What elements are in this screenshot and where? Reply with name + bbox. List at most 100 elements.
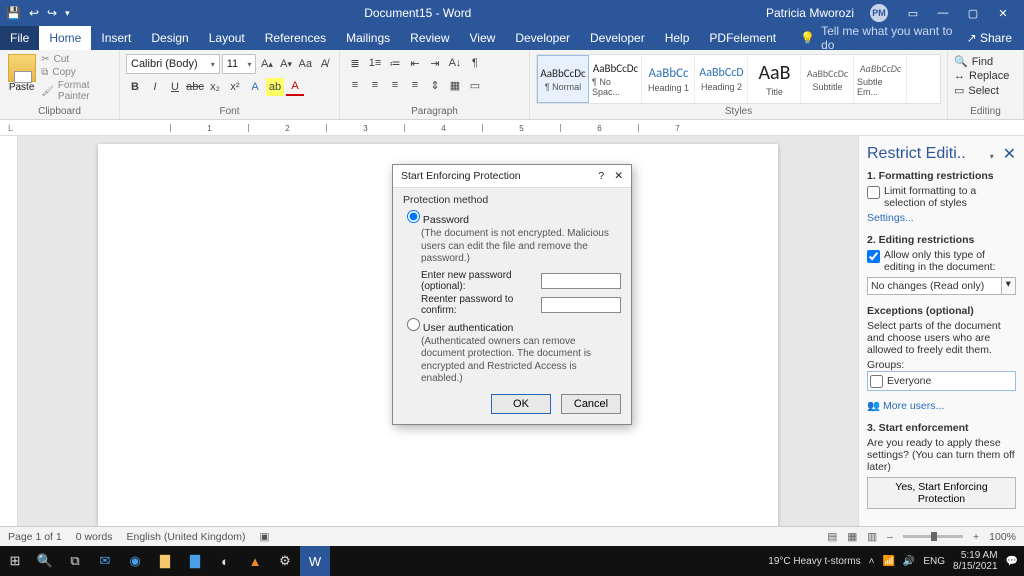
grow-font-icon[interactable]: A▴ <box>258 55 275 73</box>
superscript-button[interactable]: x² <box>226 78 244 96</box>
zoom-in-icon[interactable]: + <box>973 531 979 543</box>
confirm-password-input[interactable] <box>541 297 621 313</box>
taskbar-app-store-icon[interactable]: ▇ <box>180 546 210 576</box>
taskbar-app-vlc-icon[interactable]: ▲ <box>240 546 270 576</box>
redo-icon[interactable]: ↪ <box>47 6 57 20</box>
find-button[interactable]: 🔍 Find <box>954 54 1017 69</box>
tab-help[interactable]: Help <box>655 26 700 50</box>
notifications-icon[interactable]: 💬 <box>1006 556 1018 567</box>
format-painter-button[interactable]: 🖌 Format Painter <box>41 80 113 102</box>
groups-box[interactable]: Everyone <box>867 371 1016 391</box>
align-right-icon[interactable]: ≡ <box>386 76 404 94</box>
tab-home[interactable]: Home <box>39 26 91 50</box>
select-button[interactable]: ▭ Select <box>954 83 1017 98</box>
justify-icon[interactable]: ≡ <box>406 76 424 94</box>
userauth-radio[interactable]: User authentication <box>407 318 621 334</box>
paste-button[interactable]: Paste <box>6 54 37 102</box>
font-name-combo[interactable]: Calibri (Body)▾ <box>126 54 220 74</box>
dialog-help-icon[interactable]: ? <box>598 170 604 182</box>
tray-clock[interactable]: 5:19 AM 8/15/2021 <box>953 550 998 572</box>
tab-pdfelement[interactable]: PDFelement <box>699 26 786 50</box>
new-password-input[interactable] <box>541 273 621 289</box>
numbering-icon[interactable]: 1≡ <box>366 54 384 72</box>
web-layout-icon[interactable]: ▥ <box>867 531 877 543</box>
style-subtitle[interactable]: AaBbCcDcSubtitle <box>802 55 854 103</box>
clear-format-icon[interactable]: A̸ <box>316 55 333 73</box>
password-radio[interactable]: Password <box>407 210 621 226</box>
limit-formatting-checkbox[interactable]: Limit formatting to a selection of style… <box>867 185 1016 209</box>
dec-indent-icon[interactable]: ⇤ <box>406 54 424 72</box>
ok-button[interactable]: OK <box>491 394 551 414</box>
style-title[interactable]: AaBTitle <box>749 55 801 103</box>
dialog-close-icon[interactable]: ✕ <box>614 170 623 182</box>
tab-review[interactable]: Review <box>400 26 459 50</box>
tab-file[interactable]: File <box>0 26 39 50</box>
panel-options-icon[interactable]: ▾ <box>990 152 994 161</box>
weather-widget[interactable]: 19°C Heavy t-storms <box>768 556 860 567</box>
bold-button[interactable]: B <box>126 78 144 96</box>
tab-developer[interactable]: Developer <box>505 26 580 50</box>
zoom-value[interactable]: 100% <box>989 531 1016 543</box>
tray-volume-icon[interactable]: 🔊 <box>903 556 915 567</box>
show-marks-icon[interactable]: ¶ <box>466 54 484 72</box>
start-enforcing-button[interactable]: Yes, Start Enforcing Protection <box>867 477 1016 509</box>
align-left-icon[interactable]: ≡ <box>346 76 364 94</box>
underline-button[interactable]: U <box>166 78 184 96</box>
change-case-icon[interactable]: Aa <box>297 55 314 73</box>
tab-insert[interactable]: Insert <box>91 26 141 50</box>
cut-button[interactable]: ✂ Cut <box>41 54 113 65</box>
minimize-icon[interactable]: — <box>928 7 958 19</box>
tab-design[interactable]: Design <box>141 26 198 50</box>
style---no-spac---[interactable]: AaBbCcDc¶ No Spac... <box>590 55 642 103</box>
highlight-icon[interactable]: ab <box>266 78 284 96</box>
line-spacing-icon[interactable]: ⇕ <box>426 76 444 94</box>
tell-me[interactable]: 💡Tell me what you want to do <box>786 26 954 50</box>
multilevel-icon[interactable]: ≔ <box>386 54 404 72</box>
tab-references[interactable]: References <box>255 26 336 50</box>
tray-wifi-icon[interactable]: 📶 <box>882 556 894 567</box>
maximize-icon[interactable]: ▢ <box>958 7 988 20</box>
chevron-down-icon[interactable]: ▾ <box>1002 277 1016 295</box>
zoom-slider[interactable] <box>903 535 963 538</box>
strike-button[interactable]: abc <box>186 78 204 96</box>
ribbon-options-icon[interactable]: ▭ <box>898 7 928 20</box>
cancel-button[interactable]: Cancel <box>561 394 621 414</box>
sort-icon[interactable]: A↓ <box>446 54 464 72</box>
horizontal-ruler[interactable]: L 1234567 <box>0 120 1024 136</box>
taskbar-app-word-icon[interactable]: W <box>300 546 330 576</box>
tray-language[interactable]: ENG <box>923 556 945 567</box>
tab-developer-2[interactable]: Developer <box>580 26 655 50</box>
shading-icon[interactable]: ▦ <box>446 76 464 94</box>
align-center-icon[interactable]: ≡ <box>366 76 384 94</box>
text-effects-icon[interactable]: A <box>246 78 264 96</box>
shrink-font-icon[interactable]: A▾ <box>278 55 295 73</box>
zoom-out-icon[interactable]: – <box>887 531 893 543</box>
inc-indent-icon[interactable]: ⇥ <box>426 54 444 72</box>
language-indicator[interactable]: English (United Kingdom) <box>126 531 245 543</box>
editing-type-combo[interactable]: No changes (Read only) <box>867 277 1002 295</box>
word-count[interactable]: 0 words <box>76 531 113 543</box>
taskbar-app-explorer-icon[interactable]: ▇ <box>150 546 180 576</box>
more-users-link[interactable]: 👥 More users... <box>867 399 1016 412</box>
start-icon[interactable]: ⊞ <box>0 546 30 576</box>
user-name[interactable]: Patricia Mworozi <box>766 6 854 20</box>
style---normal[interactable]: AaBbCcDc¶ Normal <box>537 55 589 103</box>
vertical-ruler[interactable] <box>0 136 18 540</box>
font-size-combo[interactable]: 11▾ <box>222 54 257 74</box>
tab-mailings[interactable]: Mailings <box>336 26 400 50</box>
font-color-icon[interactable]: A <box>286 78 304 96</box>
formatting-settings-link[interactable]: Settings... <box>867 212 1016 224</box>
taskbar-app-mail-icon[interactable]: ✉ <box>90 546 120 576</box>
subscript-button[interactable]: x₂ <box>206 78 224 96</box>
avatar[interactable]: PM <box>870 4 888 22</box>
style-heading-2[interactable]: AaBbCcDHeading 2 <box>696 55 748 103</box>
italic-button[interactable]: I <box>146 78 164 96</box>
taskbar-app-edge-icon[interactable]: ◉ <box>120 546 150 576</box>
save-icon[interactable]: 💾 <box>6 6 21 20</box>
replace-button[interactable]: ↔ Replace <box>954 69 1017 83</box>
bullets-icon[interactable]: ≣ <box>346 54 364 72</box>
close-icon[interactable]: ✕ <box>988 7 1018 20</box>
style-heading-1[interactable]: AaBbCcHeading 1 <box>643 55 695 103</box>
share-button[interactable]: ↗ Share <box>955 26 1024 50</box>
allow-editing-checkbox[interactable]: Allow only this type of editing in the d… <box>867 249 1016 273</box>
